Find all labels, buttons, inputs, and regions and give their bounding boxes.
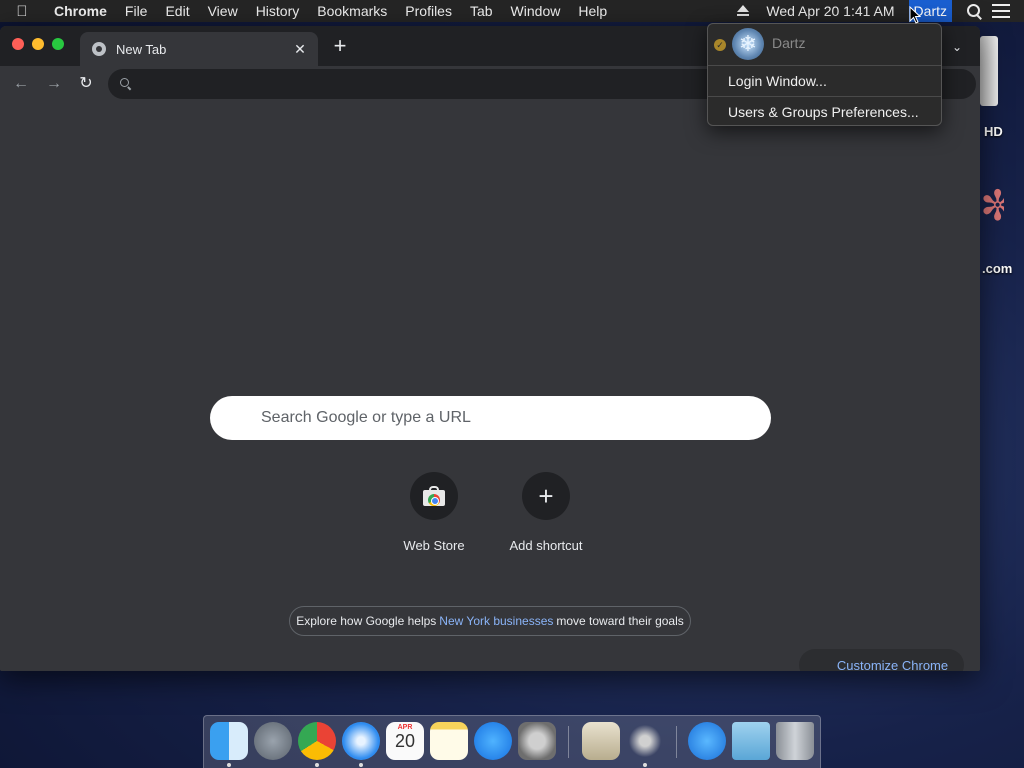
promo-text-before: Explore how Google helps [296,614,437,628]
shortcut-tile[interactable]: + [522,472,570,520]
app-store-icon[interactable] [474,722,512,760]
promo-text-after: move toward their goals [556,614,684,628]
documents-folder-icon[interactable] [732,722,770,760]
plus-icon: + [538,481,554,511]
menu-profiles[interactable]: Profiles [396,0,461,22]
search-icon [120,78,132,90]
dock-separator [676,726,677,758]
customize-chrome-button[interactable]: Customize Chrome [799,649,964,671]
calendar-icon[interactable]: APR 20 [386,722,424,760]
archive-utility-icon[interactable] [582,722,620,760]
calendar-month: APR [397,724,413,731]
shortcut-label: Web Store [403,538,465,553]
shortcut-label: Add shortcut [509,538,583,553]
tab-title: New Tab [116,41,167,57]
tab-search-chevron-icon[interactable]: ⌄ [946,36,968,58]
promo-chip[interactable]: Explore how Google helps New York busine… [289,606,691,636]
calendar-day: 20 [394,731,416,751]
web-store-icon [423,486,445,506]
finder-icon[interactable] [210,722,248,760]
dock-separator [568,726,569,758]
trash-icon[interactable] [776,722,814,760]
customize-chrome-label: Customize Chrome [836,657,949,672]
menu-app-chrome[interactable]: Chrome [44,0,116,22]
google-search-box[interactable]: Search Google or type a URL [210,396,771,440]
login-window-item[interactable]: Login Window... [728,73,827,89]
desktop-app-icon[interactable]: ✼ [980,178,1004,234]
users-groups-preferences-item[interactable]: Users & Groups Preferences... [728,104,919,120]
eject-icon[interactable] [736,5,750,17]
running-indicator [643,763,647,767]
running-indicator [227,763,231,767]
menu-view[interactable]: View [199,0,247,22]
apple-menu-icon[interactable]:  [0,3,44,20]
menu-file[interactable]: File [116,0,157,22]
dropdown-divider [708,96,941,97]
user-switch-dropdown: ✓ ❄ Dartz Login Window... Users & Groups… [707,23,942,126]
user-avatar: ❄ [732,28,764,60]
shortcut-add[interactable]: + Add shortcut [490,472,602,553]
reload-button[interactable]: ↻ [74,72,98,96]
hard-drive-icon[interactable] [980,36,998,106]
running-indicator [359,763,363,767]
minimize-window-button[interactable] [32,38,44,50]
menu-bookmarks[interactable]: Bookmarks [308,0,396,22]
new-tab-page: Search Google or type a URL Web Store + … [0,102,980,671]
system-preferences-icon[interactable] [518,722,556,760]
notification-center-icon[interactable] [992,4,1010,18]
new-tab-button[interactable]: + [328,34,352,58]
promo-link[interactable]: New York businesses [439,614,553,628]
dropdown-divider [708,65,941,66]
applications-folder-icon[interactable] [688,722,726,760]
forward-button[interactable]: → [42,72,66,96]
menubar-clock[interactable]: Wed Apr 20 1:41 AM [766,0,894,22]
safari-icon[interactable] [342,722,380,760]
chrome-icon[interactable] [298,722,336,760]
fullscreen-window-button[interactable] [52,38,64,50]
dock: APR 20 [203,715,821,768]
spotlight-search-icon[interactable] [966,3,982,19]
close-window-button[interactable] [12,38,24,50]
menu-bar:  Chrome File Edit View History Bookmark… [0,0,1024,22]
notes-icon[interactable] [430,722,468,760]
shortcut-tile[interactable] [410,472,458,520]
tab-new-tab[interactable]: New Tab ✕ [80,32,318,66]
launchpad-icon[interactable] [254,722,292,760]
menu-history[interactable]: History [247,0,309,22]
dropdown-user-name: Dartz [772,35,806,51]
chrome-favicon-icon [92,42,106,56]
tab-close-icon[interactable]: ✕ [290,39,310,59]
dropdown-user-row[interactable]: ✓ ❄ Dartz [708,28,941,60]
utilities-icon[interactable] [626,722,664,760]
menu-tab[interactable]: Tab [461,0,502,22]
shortcut-web-store[interactable]: Web Store [378,472,490,553]
desktop-file-label: .com [982,261,1013,276]
search-box-placeholder: Search Google or type a URL [261,409,471,426]
menu-help[interactable]: Help [569,0,616,22]
hard-drive-label: HD [984,124,1003,139]
checkmark-icon: ✓ [714,39,726,51]
back-button[interactable]: ← [9,72,33,96]
menu-edit[interactable]: Edit [156,0,198,22]
running-indicator [315,763,319,767]
menu-window[interactable]: Window [502,0,570,22]
